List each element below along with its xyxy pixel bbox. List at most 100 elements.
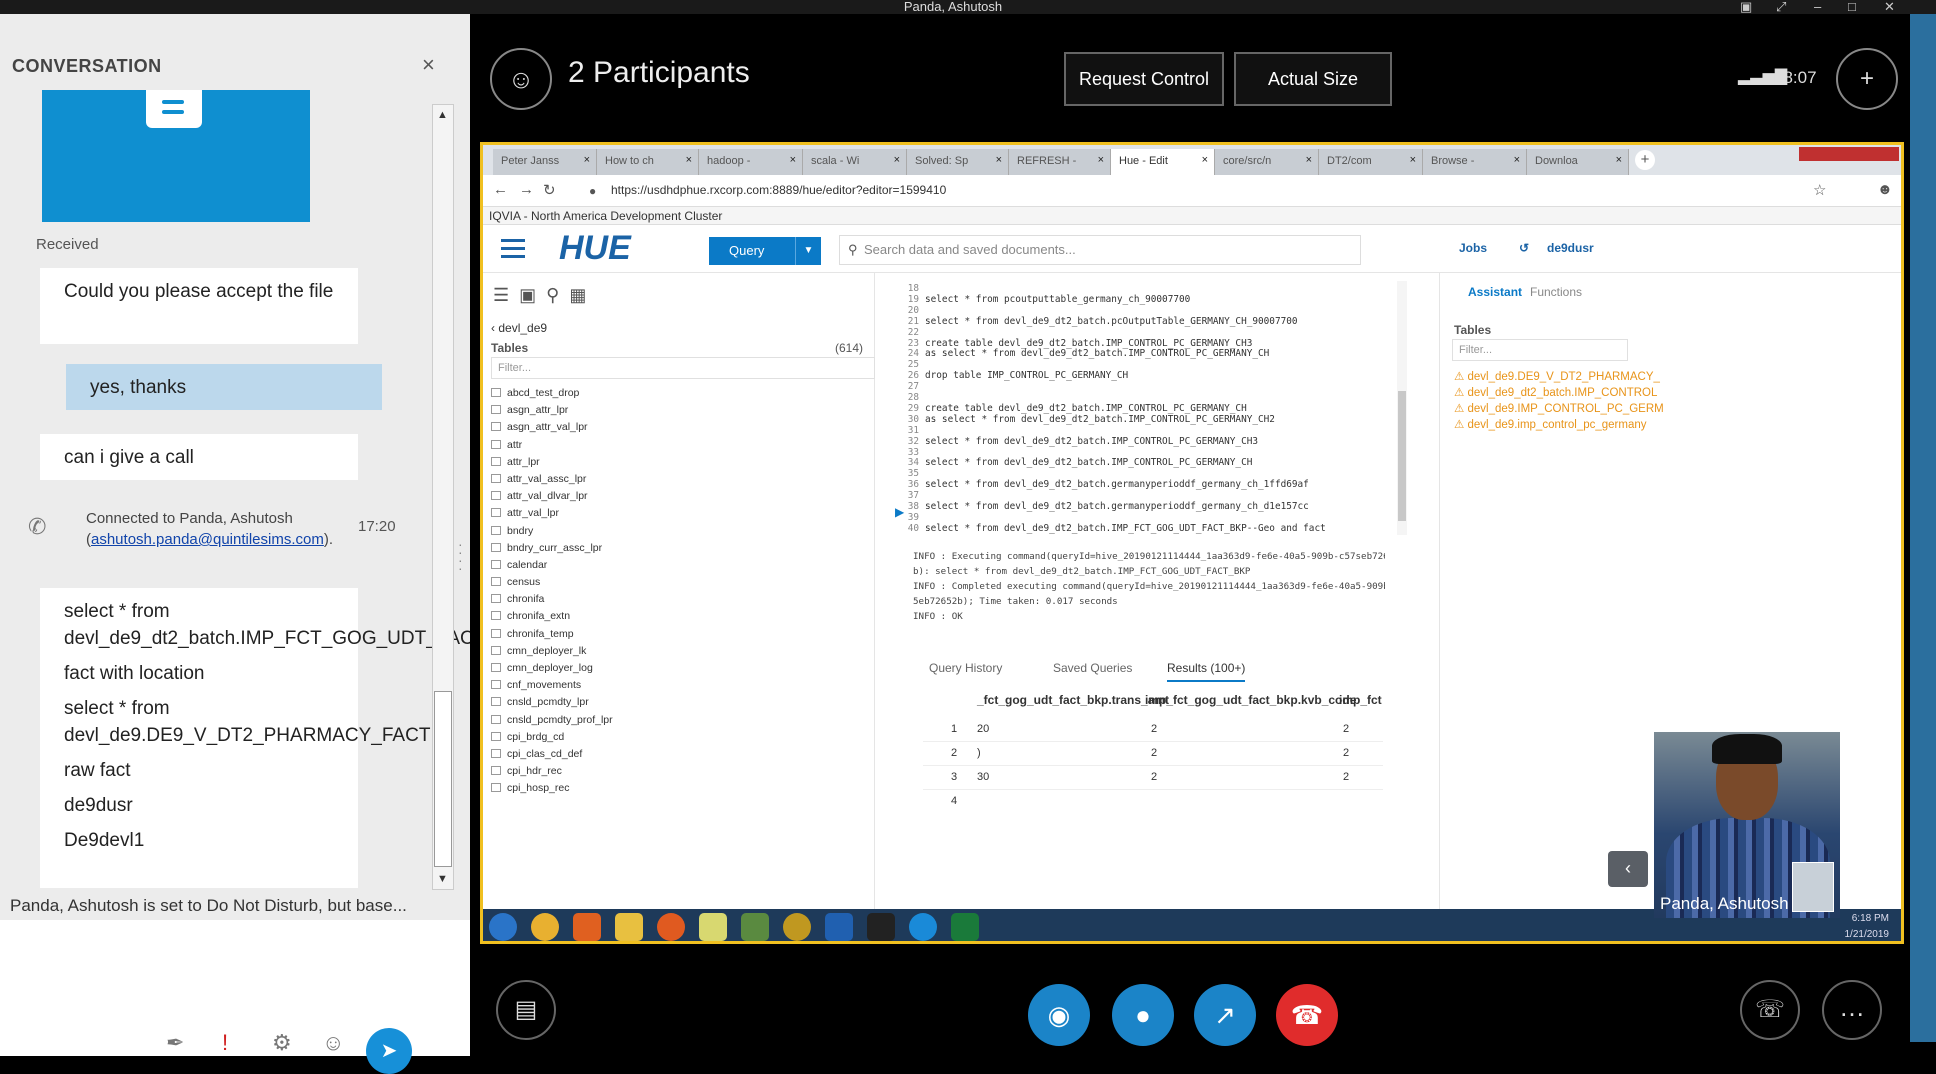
- start-button[interactable]: [489, 913, 517, 941]
- tab-saved-queries[interactable]: Saved Queries: [1053, 661, 1132, 675]
- browser-tab[interactable]: Browse - ×: [1423, 149, 1527, 175]
- close-conversation-icon[interactable]: ×: [422, 52, 435, 78]
- notes-icon[interactable]: [699, 913, 727, 941]
- snap-icon[interactable]: ▣: [1740, 0, 1752, 14]
- resize-handle[interactable]: · · · ·: [458, 537, 463, 575]
- share-screen-button[interactable]: ↗: [1194, 984, 1256, 1046]
- video-camera-button[interactable]: ◉: [1028, 984, 1090, 1046]
- collapse-video-button[interactable]: ‹: [1608, 851, 1648, 887]
- run-icon[interactable]: ▶: [895, 505, 904, 519]
- tab-results[interactable]: Results (100+): [1167, 661, 1246, 682]
- browser-tab[interactable]: REFRESH - ×: [1009, 149, 1111, 175]
- table-item[interactable]: cnsld_pcmdty_lpr: [491, 694, 871, 711]
- table-item[interactable]: cpi_brdg_cd: [491, 729, 871, 746]
- reload-icon[interactable]: ↻: [543, 181, 556, 199]
- hang-up-button[interactable]: ☎: [1276, 984, 1338, 1046]
- database-breadcrumb[interactable]: ‹ devl_de9: [491, 321, 547, 335]
- fullscreen-icon[interactable]: ⤢: [1776, 0, 1786, 14]
- editor-scrollbar[interactable]: [1397, 281, 1407, 535]
- browser-tab[interactable]: scala - Wi ×: [803, 149, 907, 175]
- column-header[interactable]: _fct_gog_udt_fact_bkp.trans_amt: [977, 693, 1169, 707]
- browser-tab[interactable]: Solved: Sp ×: [907, 149, 1009, 175]
- add-participant-icon[interactable]: +: [1836, 48, 1898, 110]
- attach-icon[interactable]: ✒: [166, 1030, 184, 1056]
- table-item[interactable]: cmn_deployer_lk: [491, 643, 871, 660]
- send-button[interactable]: ➤: [366, 1028, 412, 1074]
- firefox-icon[interactable]: [657, 913, 685, 941]
- assist-table-item[interactable]: ⚠ devl_de9.DE9_V_DT2_PHARMACY_: [1454, 369, 1660, 383]
- minimize-icon[interactable]: –: [1814, 0, 1821, 14]
- table-item[interactable]: attr_val_assc_lpr: [491, 471, 871, 488]
- assist-table-item[interactable]: ⚠ devl_de9.IMP_CONTROL_PC_GERM: [1454, 401, 1664, 415]
- table-item[interactable]: asgn_attr_val_lpr: [491, 419, 871, 436]
- tab-query-history[interactable]: Query History: [929, 661, 1002, 675]
- app-icon[interactable]: [573, 913, 601, 941]
- tables-filter-input[interactable]: Filter...: [491, 357, 875, 379]
- explorer-icon[interactable]: [615, 913, 643, 941]
- chrome-icon[interactable]: [531, 913, 559, 941]
- outlook-icon[interactable]: [825, 913, 853, 941]
- browser-tab[interactable]: How to ch ×: [597, 149, 699, 175]
- table-item[interactable]: cnsld_pcmdty_prof_lpr: [491, 712, 871, 729]
- app-icon[interactable]: [741, 913, 769, 941]
- scroll-down-icon[interactable]: ▼: [437, 873, 448, 885]
- table-item[interactable]: abcd_test_drop: [491, 385, 871, 402]
- hue-logo[interactable]: HUE: [559, 229, 631, 268]
- browser-tab[interactable]: Downloa ×: [1527, 149, 1629, 175]
- search-input[interactable]: ⚲ Search data and saved documents...: [839, 235, 1361, 265]
- table-item[interactable]: attr_val_lpr: [491, 505, 871, 522]
- table-item[interactable]: calendar: [491, 557, 871, 574]
- skype-icon[interactable]: [909, 913, 937, 941]
- table-item[interactable]: asgn_attr_lpr: [491, 402, 871, 419]
- excel-icon[interactable]: [951, 913, 979, 941]
- window-controls[interactable]: [1799, 147, 1899, 161]
- back-icon[interactable]: ←: [493, 181, 508, 198]
- table-item[interactable]: attr: [491, 437, 871, 454]
- forward-icon[interactable]: →: [519, 181, 534, 198]
- table-item[interactable]: chronifa_extn: [491, 608, 871, 625]
- actual-size-button[interactable]: Actual Size: [1234, 52, 1392, 106]
- table-item[interactable]: cmn_deployer_log: [491, 660, 871, 677]
- sql-editor[interactable]: 18 19 select * from pcoutputtable_germany_…: [905, 283, 1395, 539]
- table-item[interactable]: chronifa_temp: [491, 626, 871, 643]
- tools-icon[interactable]: ⚙: [272, 1030, 292, 1056]
- url-field[interactable]: https://usdhdphue.rxcorp.com:8889/hue/ed…: [611, 183, 946, 197]
- file-thumbnail[interactable]: [42, 90, 310, 222]
- conversation-scrollbar[interactable]: ▲ ▼: [432, 104, 454, 890]
- tab-assistant[interactable]: Assistant: [1468, 285, 1522, 299]
- app-icon[interactable]: [783, 913, 811, 941]
- browser-tab[interactable]: Peter Janss ×: [493, 149, 597, 175]
- maximize-icon[interactable]: □: [1848, 0, 1856, 14]
- jobs-link[interactable]: Jobs: [1459, 241, 1487, 255]
- table-item[interactable]: census: [491, 574, 871, 591]
- table-item[interactable]: attr_val_dlvar_lpr: [491, 488, 871, 505]
- emoji-icon[interactable]: ☺: [322, 1030, 344, 1056]
- menu-icon[interactable]: [501, 239, 525, 263]
- assist-table-item[interactable]: ⚠ devl_de9.imp_control_pc_germany: [1454, 417, 1647, 431]
- intellij-icon[interactable]: [867, 913, 895, 941]
- browser-tab[interactable]: DT2/com ×: [1319, 149, 1423, 175]
- bookmark-star-icon[interactable]: ☆: [1813, 181, 1826, 199]
- importance-icon[interactable]: !: [222, 1030, 228, 1056]
- panel-icons[interactable]: ☰▣⚲▦: [493, 285, 596, 306]
- table-item[interactable]: bndry_curr_assc_lpr: [491, 540, 871, 557]
- close-window-icon[interactable]: ✕: [1884, 0, 1895, 14]
- request-control-button[interactable]: Request Control: [1064, 52, 1224, 106]
- participants-icon[interactable]: ☺: [490, 48, 552, 110]
- scroll-thumb[interactable]: [434, 691, 452, 867]
- microphone-button[interactable]: ●: [1112, 984, 1174, 1046]
- more-options-icon[interactable]: …: [1822, 980, 1882, 1040]
- tab-functions[interactable]: Functions: [1530, 285, 1582, 299]
- profile-icon[interactable]: ☻: [1877, 181, 1893, 198]
- im-icon[interactable]: ▤: [496, 980, 556, 1040]
- assist-filter-input[interactable]: Filter...: [1452, 339, 1628, 361]
- call-controls-icon[interactable]: ☏: [1740, 980, 1800, 1040]
- query-button[interactable]: Query ▼: [709, 237, 821, 265]
- browser-tab[interactable]: core/src/n ×: [1215, 149, 1319, 175]
- new-tab-icon[interactable]: +: [1635, 150, 1655, 170]
- browser-tab-active[interactable]: Hue - Edit ×: [1111, 149, 1215, 175]
- column-header[interactable]: imp_fct: [1339, 693, 1382, 707]
- table-item[interactable]: cpi_hosp_rec: [491, 780, 871, 797]
- history-icon[interactable]: ↺: [1519, 241, 1529, 255]
- email-link[interactable]: ashutosh.panda@quintilesims.com: [91, 531, 324, 548]
